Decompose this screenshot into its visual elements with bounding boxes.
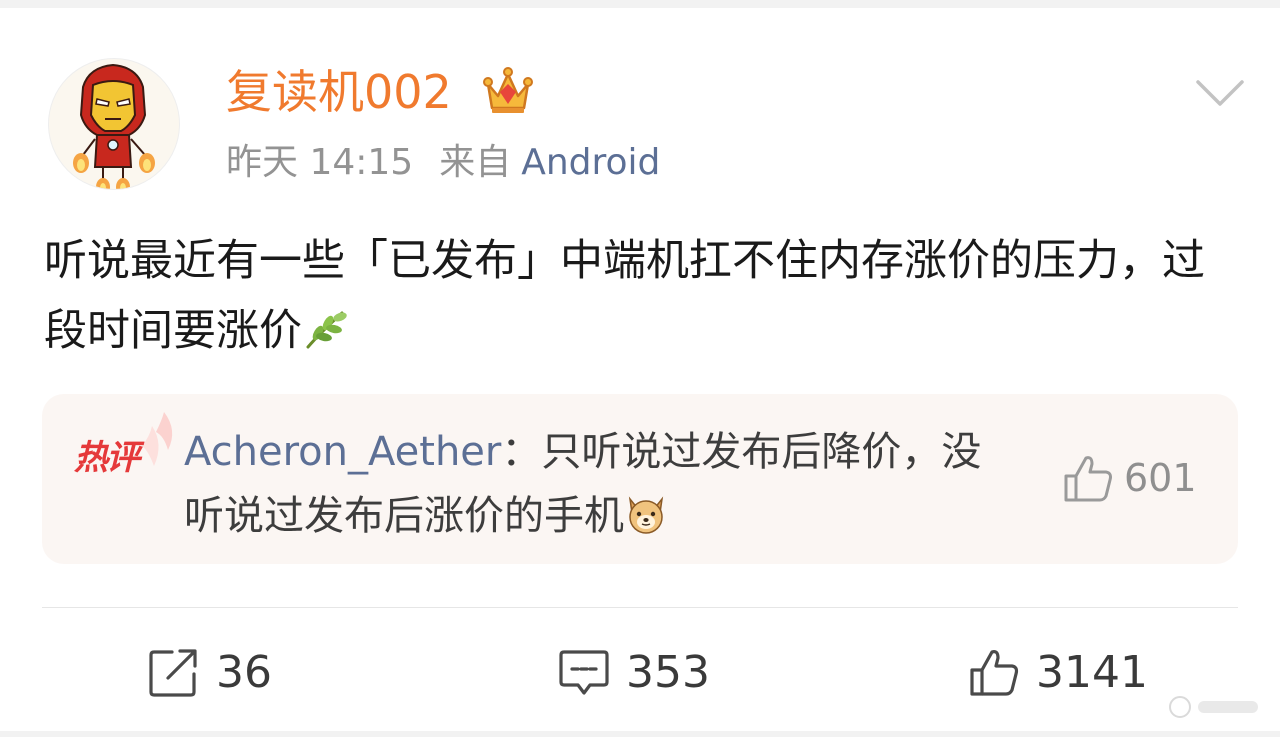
top-strip bbox=[0, 0, 1280, 8]
like-count: 3141 bbox=[1036, 646, 1148, 698]
divider bbox=[42, 607, 1238, 608]
share-button[interactable]: 36 bbox=[146, 644, 272, 700]
hot-comment-separator: ： bbox=[501, 429, 542, 475]
source-link[interactable]: Android bbox=[521, 142, 660, 183]
username[interactable]: 复读机002 bbox=[226, 62, 452, 122]
hot-comment-card[interactable]: 热评 Acheron_Aether：只听说过发布后降价，没听说过发布后涨价的手机… bbox=[42, 394, 1238, 564]
hot-comment-badge: 热评 bbox=[74, 438, 140, 478]
post-text: 听说最近有一些「已发布」中端机扛不住内存涨价的压力，过段时间要涨价 bbox=[44, 236, 1205, 356]
thumbs-up-icon bbox=[1064, 456, 1112, 502]
comment-icon bbox=[559, 650, 609, 695]
share-count: 36 bbox=[216, 646, 272, 698]
doge-emoji-icon bbox=[628, 496, 664, 534]
crown-icon[interactable] bbox=[482, 66, 534, 116]
post-content: 听说最近有一些「已发布」中端机扛不住内存涨价的压力，过段时间要涨价 bbox=[44, 226, 1244, 366]
chevron-down-icon[interactable] bbox=[1192, 72, 1248, 112]
hot-comment-text: Acheron_Aether：只听说过发布后降价，没听说过发布后涨价的手机 bbox=[184, 420, 1014, 548]
bottom-strip bbox=[0, 731, 1280, 737]
comment-count: 353 bbox=[626, 646, 710, 698]
post-time: 昨天 14:15 bbox=[226, 142, 414, 183]
avatar[interactable] bbox=[48, 58, 180, 190]
like-button[interactable]: 3141 bbox=[966, 644, 1148, 700]
thumbs-up-icon bbox=[970, 650, 1019, 696]
share-icon bbox=[149, 649, 197, 697]
hot-comment-like-count: 601 bbox=[1124, 456, 1197, 500]
watermark-icon bbox=[1162, 690, 1268, 724]
hot-comment-user[interactable]: Acheron_Aether bbox=[184, 429, 501, 475]
post-meta: 昨天 14:15 来自 Android bbox=[226, 138, 660, 188]
comment-button[interactable]: 353 bbox=[556, 644, 710, 700]
watermark bbox=[1160, 686, 1270, 728]
iron-man-avatar-icon bbox=[73, 63, 155, 189]
hot-comment-like-button[interactable]: 601 bbox=[1060, 450, 1197, 506]
leaf-emoji-icon bbox=[306, 311, 347, 349]
source-label: 来自 bbox=[439, 142, 512, 183]
